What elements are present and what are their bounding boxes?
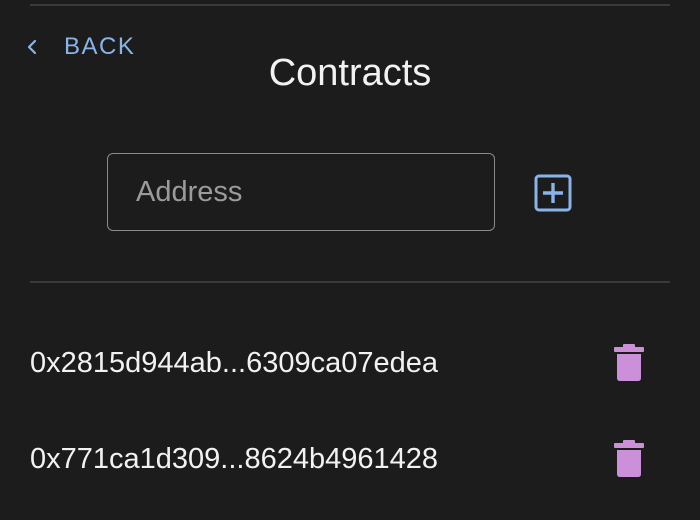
contract-address: 0x771ca1d309...8624b4961428 (30, 442, 438, 475)
delete-contract-button[interactable] (614, 344, 644, 382)
top-divider (30, 4, 670, 6)
contract-list-item: 0x2815d944ab...6309ca07edea (30, 333, 670, 393)
contract-list-item: 0x771ca1d309...8624b4961428 (30, 429, 670, 489)
contracts-page: BACK Contracts 0x2815d944ab...6309ca07ed… (0, 0, 700, 520)
address-input[interactable] (107, 153, 495, 231)
add-contract-button[interactable] (534, 174, 572, 212)
section-divider (30, 281, 670, 283)
delete-contract-button[interactable] (614, 440, 644, 478)
plus-square-icon (534, 174, 572, 212)
trash-icon (614, 440, 644, 477)
page-title: Contracts (268, 52, 432, 94)
trash-icon (614, 344, 644, 381)
contract-address: 0x2815d944ab...6309ca07edea (30, 346, 438, 379)
